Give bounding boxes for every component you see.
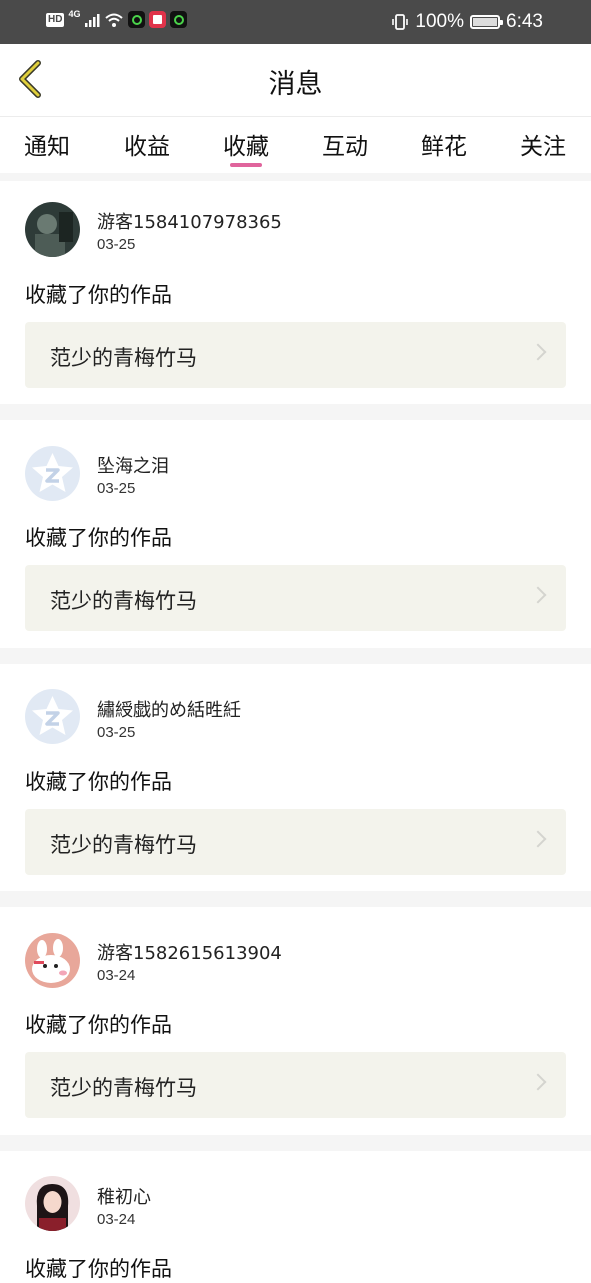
username[interactable]: 游客1584107978365 — [97, 208, 282, 234]
username[interactable]: 繡綬戯的め絬甠紝 — [97, 696, 241, 722]
avatar[interactable] — [25, 933, 80, 988]
page-title: 消息 — [268, 69, 323, 100]
message-date: 03-25 — [97, 480, 136, 497]
avatar[interactable] — [25, 689, 80, 744]
action-text: 收藏了你的作品 — [25, 283, 172, 307]
signal-icon — [85, 13, 100, 27]
status-left: HD 4G — [46, 8, 188, 28]
divider — [0, 648, 591, 664]
action-text: 收藏了你的作品 — [25, 770, 172, 794]
wifi-icon — [105, 13, 124, 27]
tab-favorites[interactable]: 收藏 — [206, 127, 286, 161]
tab-earnings[interactable]: 收益 — [107, 127, 187, 161]
tab-bar: 通知 收益 收藏 互动 鲜花 关注 — [0, 117, 591, 173]
clock: 6:43 — [506, 11, 543, 32]
work-link[interactable]: 范少的青梅竹马 — [25, 1052, 566, 1118]
work-title: 范少的青梅竹马 — [50, 589, 197, 613]
work-link[interactable]: 范少的青梅竹马 — [25, 322, 566, 388]
work-title: 范少的青梅竹马 — [50, 833, 197, 857]
chevron-right-icon — [529, 830, 547, 848]
battery-percent: 100% — [415, 11, 465, 32]
message-date: 03-24 — [97, 967, 136, 984]
status-bar: HD 4G 100% 6:43 — [0, 0, 591, 44]
vibrate-icon — [392, 14, 409, 30]
avatar[interactable] — [25, 1176, 80, 1231]
chevron-right-icon — [529, 1073, 547, 1091]
avatar[interactable] — [25, 446, 80, 501]
action-text: 收藏了你的作品 — [25, 526, 172, 550]
book-app-icon — [149, 11, 167, 28]
network-type: 4G — [68, 8, 81, 19]
active-tab-indicator — [230, 163, 262, 167]
message-card: 坠海之泪 03-25 收藏了你的作品 范少的青梅竹马 — [0, 420, 591, 648]
header: 消息 — [0, 44, 591, 117]
battery-icon — [470, 15, 504, 29]
message-card: 稚初心 03-24 收藏了你的作品 — [0, 1151, 591, 1281]
work-link[interactable]: 范少的青梅竹马 — [25, 565, 566, 631]
user-photo-icon — [25, 1176, 80, 1231]
user-photo-icon — [25, 202, 80, 257]
work-link[interactable]: 范少的青梅竹马 — [25, 809, 566, 875]
action-text: 收藏了你的作品 — [25, 1257, 172, 1281]
divider — [0, 173, 591, 181]
username[interactable]: 稚初心 — [97, 1183, 151, 1209]
message-card: 繡綬戯的め絬甠紝 03-25 收藏了你的作品 范少的青梅竹马 — [0, 664, 591, 891]
chevron-right-icon — [529, 343, 547, 361]
tab-following[interactable]: 关注 — [503, 127, 583, 161]
action-text: 收藏了你的作品 — [25, 1013, 172, 1037]
divider — [0, 404, 591, 420]
message-date: 03-25 — [97, 724, 136, 741]
tab-interaction[interactable]: 互动 — [305, 127, 385, 161]
username[interactable]: 游客1582615613904 — [97, 939, 282, 965]
divider — [0, 1135, 591, 1151]
divider — [0, 891, 591, 907]
app-notification-icon — [170, 11, 188, 28]
work-title: 范少的青梅竹马 — [50, 346, 197, 370]
hd-icon: HD — [46, 12, 65, 27]
message-card: 游客1584107978365 03-25 收藏了你的作品 范少的青梅竹马 — [0, 181, 591, 404]
chevron-right-icon — [529, 586, 547, 604]
username[interactable]: 坠海之泪 — [97, 452, 169, 478]
default-avatar-icon — [25, 446, 80, 501]
message-card: 游客1582615613904 03-24 收藏了你的作品 范少的青梅竹马 — [0, 907, 591, 1135]
tab-flowers[interactable]: 鲜花 — [404, 127, 484, 161]
status-right: 100% 6:43 — [391, 11, 543, 33]
cartoon-avatar-icon — [25, 933, 80, 988]
message-date: 03-25 — [97, 236, 136, 253]
avatar[interactable] — [25, 202, 80, 257]
message-date: 03-24 — [97, 1211, 136, 1228]
tab-notification[interactable]: 通知 — [7, 127, 87, 161]
app-notification-icon — [128, 11, 146, 28]
default-avatar-icon — [25, 689, 80, 744]
work-title: 范少的青梅竹马 — [50, 1076, 197, 1100]
